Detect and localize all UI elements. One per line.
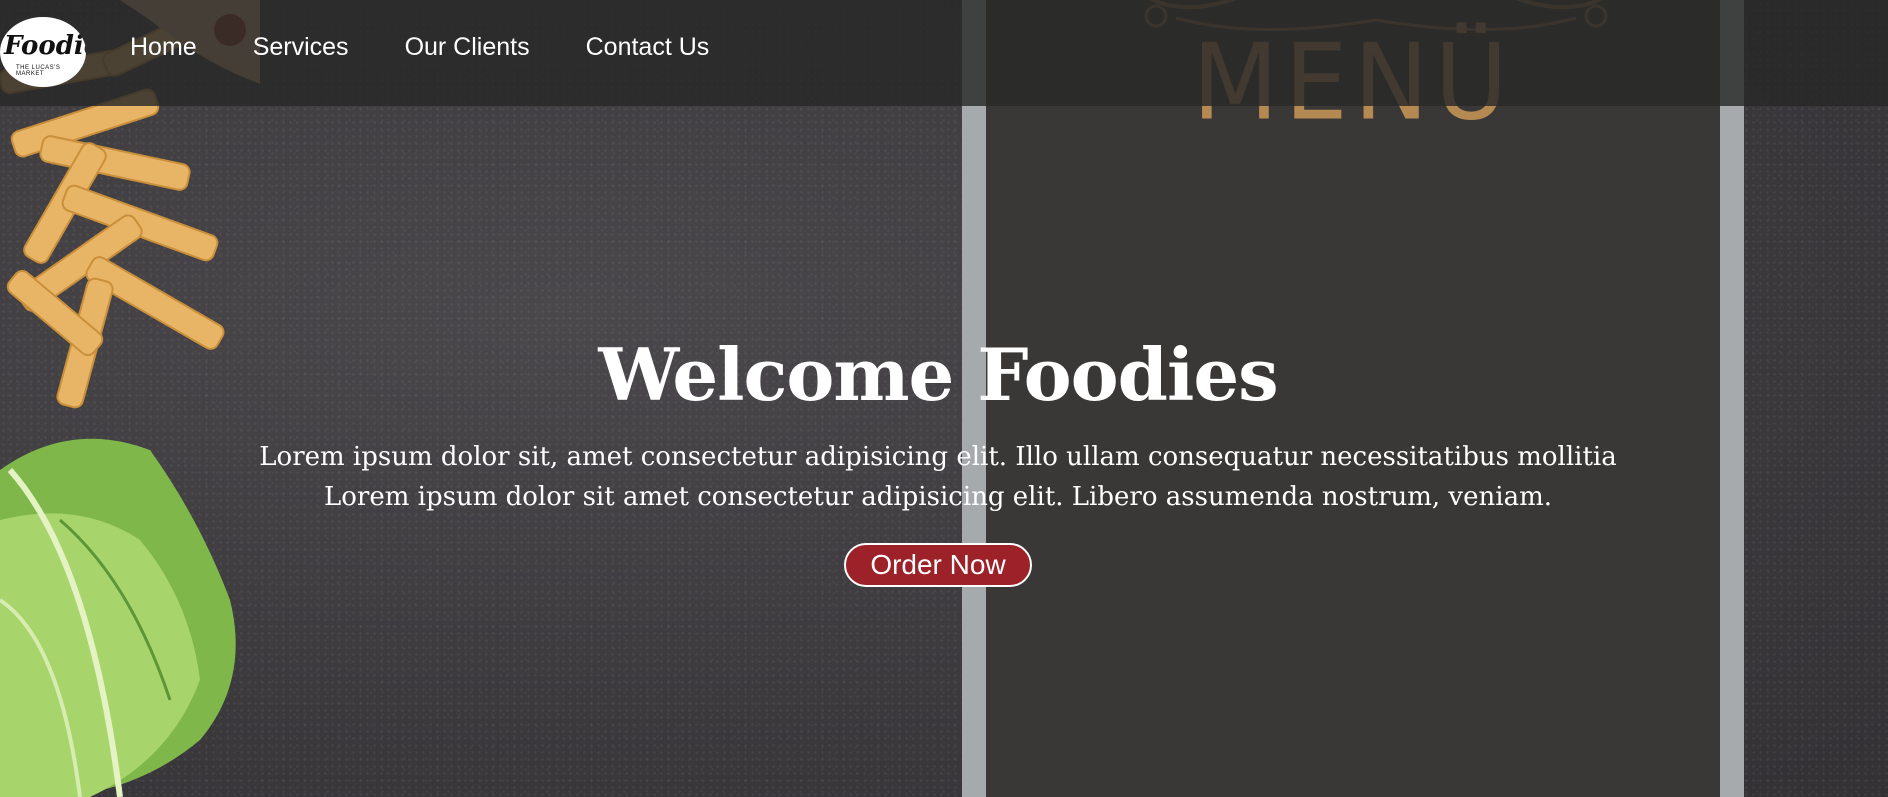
logo-name: Foodies bbox=[4, 31, 86, 61]
logo-tagline: THE LUCAS'S MARKET bbox=[16, 65, 61, 77]
nav-link-contact-us[interactable]: Contact Us bbox=[586, 33, 710, 62]
foodies-logo[interactable]: Foodies THE LUCAS'S MARKET bbox=[0, 17, 86, 87]
hero-description: Lorem ipsum dolor sit, amet consectetur … bbox=[0, 437, 1876, 517]
nav-link-home[interactable]: Home bbox=[130, 33, 197, 62]
hero-description-line-1: Lorem ipsum dolor sit, amet consectetur … bbox=[259, 442, 1617, 472]
order-now-button[interactable]: Order Now bbox=[844, 543, 1032, 587]
nav-link-our-clients[interactable]: Our Clients bbox=[405, 33, 530, 62]
hero-description-line-2: Lorem ipsum dolor sit amet consectetur a… bbox=[324, 482, 1552, 512]
nav-links: Home Services Our Clients Contact Us bbox=[130, 33, 765, 62]
nav-link-services[interactable]: Services bbox=[253, 33, 349, 62]
top-navbar: Foodies THE LUCAS'S MARKET Home Services… bbox=[0, 0, 1888, 106]
hero-content: Welcome Foodies Lorem ipsum dolor sit, a… bbox=[0, 332, 1876, 587]
hero-title: Welcome Foodies bbox=[598, 332, 1278, 417]
